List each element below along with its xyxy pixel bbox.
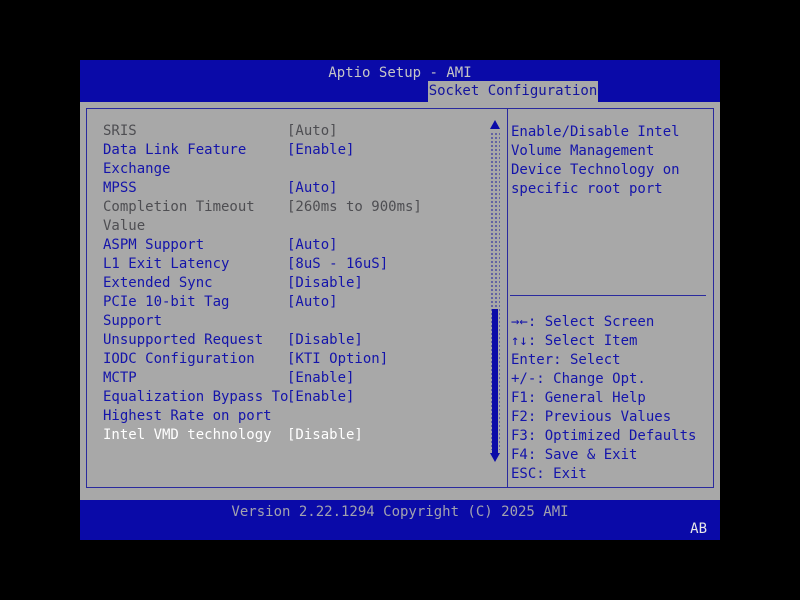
option-label: Data Link Feature Exchange (103, 141, 289, 179)
option-l1-exit-latency[interactable]: L1 Exit Latency [8uS - 16uS] (103, 255, 507, 274)
option-value: [260ms to 900ms] (287, 198, 422, 217)
option-label: MCTP (103, 369, 289, 388)
option-mpss[interactable]: MPSS [Auto] (103, 179, 507, 198)
option-value: [Auto] (287, 179, 338, 198)
scrollbar[interactable] (488, 118, 502, 464)
legend-save-exit: F4: Save & Exit (511, 446, 696, 465)
scroll-up-icon[interactable] (488, 118, 502, 132)
main-area: SRIS [Auto] Data Link Feature Exchange [… (80, 102, 720, 500)
option-label: SRIS (103, 122, 289, 141)
option-data-link-feature-exchange[interactable]: Data Link Feature Exchange [Enable] (103, 141, 507, 179)
version-text: Version 2.22.1294 Copyright (C) 2025 AMI (80, 503, 720, 522)
option-value: [Auto] (287, 122, 338, 141)
tab-socket-configuration[interactable]: Socket Configuration (428, 81, 598, 102)
bios-setup-screen: Aptio Setup - AMI Socket Configuration S… (0, 0, 800, 600)
option-label: Intel VMD technology (103, 426, 289, 445)
option-mctp[interactable]: MCTP [Enable] (103, 369, 507, 388)
option-label: ASPM Support (103, 236, 289, 255)
key-legend: →←: Select Screen ↑↓: Select Item Enter:… (511, 313, 696, 484)
option-value: [Enable] (287, 141, 354, 160)
legend-enter-select: Enter: Select (511, 351, 696, 370)
option-completion-timeout-value[interactable]: Completion Timeout Value [260ms to 900ms… (103, 198, 507, 236)
option-value: [Enable] (287, 388, 354, 407)
legend-esc-exit: ESC: Exit (511, 465, 696, 484)
help-panel-divider (510, 295, 706, 296)
option-value: [Auto] (287, 293, 338, 312)
option-label: IODC Configuration (103, 350, 289, 369)
option-value: [Disable] (287, 426, 363, 445)
build-code: AB (690, 520, 707, 539)
setup-utility-window: Aptio Setup - AMI Socket Configuration S… (80, 60, 720, 540)
options-list: SRIS [Auto] Data Link Feature Exchange [… (87, 109, 507, 445)
legend-general-help: F1: General Help (511, 389, 696, 408)
legend-select-item: ↑↓: Select Item (511, 332, 696, 351)
scrollbar-track[interactable] (490, 132, 500, 450)
legend-change-option: +/-: Change Opt. (511, 370, 696, 389)
option-value: [Disable] (287, 274, 363, 293)
footer-bar: Version 2.22.1294 Copyright (C) 2025 AMI… (80, 500, 720, 540)
option-unsupported-request[interactable]: Unsupported Request [Disable] (103, 331, 507, 350)
option-value: [Enable] (287, 369, 354, 388)
option-value: [KTI Option] (287, 350, 388, 369)
legend-select-screen: →←: Select Screen (511, 313, 696, 332)
option-iodc-configuration[interactable]: IODC Configuration [KTI Option] (103, 350, 507, 369)
option-label: Equalization Bypass To Highest Rate on p… (103, 388, 289, 426)
option-intel-vmd-technology[interactable]: Intel VMD technology [Disable] (103, 426, 507, 445)
option-pcie-10bit-tag-support[interactable]: PCIe 10-bit Tag Support [Auto] (103, 293, 507, 331)
option-value: [8uS - 16uS] (287, 255, 388, 274)
option-label: Completion Timeout Value (103, 198, 289, 236)
option-value: [Auto] (287, 236, 338, 255)
scroll-down-icon[interactable] (488, 450, 502, 464)
option-aspm-support[interactable]: ASPM Support [Auto] (103, 236, 507, 255)
option-label: L1 Exit Latency (103, 255, 289, 274)
option-equalization-bypass[interactable]: Equalization Bypass To Highest Rate on p… (103, 388, 507, 426)
option-label: MPSS (103, 179, 289, 198)
option-extended-sync[interactable]: Extended Sync [Disable] (103, 274, 507, 293)
option-sris[interactable]: SRIS [Auto] (103, 122, 507, 141)
option-value: [Disable] (287, 331, 363, 350)
options-panel: SRIS [Auto] Data Link Feature Exchange [… (86, 108, 508, 488)
legend-optimized-defaults: F3: Optimized Defaults (511, 427, 696, 446)
legend-previous-values: F2: Previous Values (511, 408, 696, 427)
page-title: Aptio Setup - AMI (80, 64, 720, 83)
help-panel: Enable/Disable Intel Volume Management D… (507, 108, 714, 488)
option-label: Unsupported Request (103, 331, 289, 350)
item-help-text: Enable/Disable Intel Volume Management D… (511, 123, 708, 199)
option-label: Extended Sync (103, 274, 289, 293)
option-label: PCIe 10-bit Tag Support (103, 293, 289, 331)
scrollbar-thumb[interactable] (492, 309, 498, 454)
header-bar: Aptio Setup - AMI Socket Configuration (80, 60, 720, 102)
